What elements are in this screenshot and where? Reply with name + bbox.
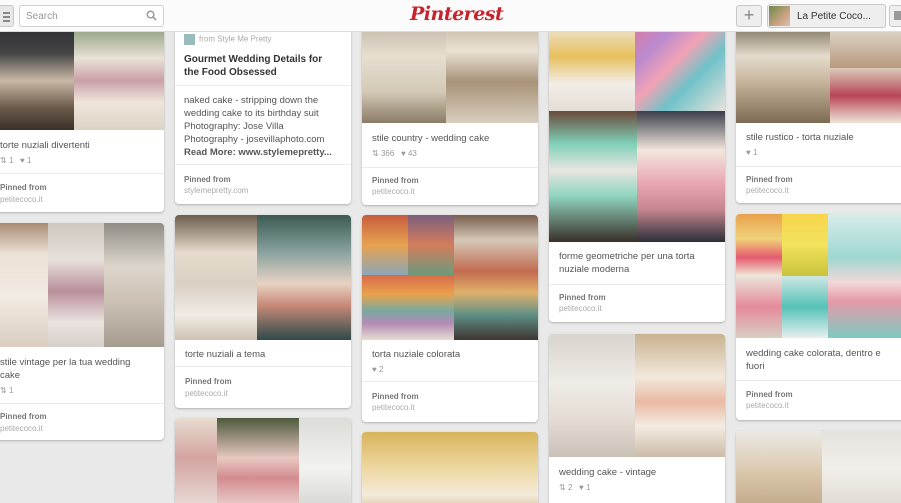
pin-source-link[interactable]: petitecoco.it [185,389,228,398]
pin-image-cake [257,215,351,340]
pin-image[interactable] [736,20,830,123]
pin-card[interactable]: wedding cake colorata, dentro e fuori Pin… [736,214,901,420]
pin-image[interactable] [175,418,217,503]
pin-description: stile country - wedding cake [372,133,490,144]
pin-image-cake [454,215,538,340]
pin-image-cake [549,111,637,242]
pin-image[interactable] [549,20,635,111]
pin-description: stile rustico - torta nuziale [746,132,854,143]
pin-image[interactable] [0,223,48,347]
pinned-from-label: Pinned from [559,293,606,302]
notification-icon [894,11,901,20]
pin-description: wedding cake - vintage [559,467,657,478]
pin-image-cake [736,276,782,338]
pin-image-cake [408,215,454,275]
user-menu-button[interactable]: La Petite Coco... [767,4,886,28]
pin-source-link[interactable]: petitecoco.it [746,401,789,410]
pin-source-link[interactable]: petitecoco.it [559,304,602,313]
pinned-from-label: Pinned from [0,183,47,192]
avatar [769,6,790,26]
pin-image[interactable] [0,20,74,130]
pin-card[interactable] [362,432,538,503]
pin-image[interactable] [362,432,538,503]
pin-description: torte nuziali a tema [185,349,266,360]
pin-card[interactable]: torte nuziali divertenti ⇅ 1 ♥ 1 Pinned … [0,20,164,212]
pin-source-link[interactable]: petitecoco.it [0,424,43,433]
pin-image-cake [637,111,725,242]
pin-image-cake [782,276,828,338]
pin-card[interactable]: stile rustico - torta nuziale ♥ 1 Pinned… [736,20,901,203]
pin-card[interactable]: forme geometriche per una torta nuziale m… [549,20,725,322]
pin-title: Gourmet Wedding Details for the Food Obse… [184,54,323,78]
search-input[interactable]: Search [19,5,164,27]
pinned-from-label: Pinned from [372,176,419,185]
search-icon[interactable] [146,10,157,21]
pin-image-cake [299,418,351,503]
pin-source-link[interactable]: petitecoco.it [746,186,789,195]
pin-image-cake [217,418,299,503]
pin-stats: ⇅ 2 ♥ 1 [559,483,591,492]
pin-image-cake [635,334,725,457]
pin-description: forme geometriche per una torta nuziale m… [559,251,695,275]
pinned-from-label: Pinned from [185,377,232,386]
pin-description: naked cake - stripping down the wedding … [184,95,332,158]
pin-image-cake [635,20,725,111]
pin-card[interactable]: torte nuziali a tema Pinned from petitec… [175,215,351,408]
pin-stats: ♥ 1 [746,148,758,157]
notifications-button[interactable] [889,5,901,27]
pin-stats: ♥ 2 [372,365,384,374]
pin-source-link[interactable]: stylemepretty.com [184,186,248,195]
pin-source-link[interactable]: petitecoco.it [372,403,415,412]
menu-button[interactable] [0,5,14,27]
pin-card[interactable]: from Style Me Pretty Gourmet Wedding Det… [175,20,351,204]
pin-via-source[interactable]: from Style Me Pretty [184,34,271,45]
pin-card[interactable]: torta nuziale colorata ♥ 2 Pinned from p… [362,215,538,422]
pin-source-link[interactable]: petitecoco.it [0,195,43,204]
pin-image-cake [828,214,901,338]
pin-image[interactable] [362,215,408,275]
pin-image[interactable] [736,214,782,276]
pinned-from-label: Pinned from [372,392,419,401]
pin-image[interactable] [175,215,257,340]
pin-image-cake [48,223,104,347]
pin-card[interactable]: stile vintage per la tua wedding cake ⇅ 1… [0,223,164,440]
pin-stats: ⇅ 1 ♥ 1 [0,156,32,165]
pin-description: stile vintage per la tua wedding cake [0,357,131,381]
pin-stats: ⇅ 1 [0,386,14,395]
pin-image[interactable] [362,20,446,123]
top-bar: Search Pinterest + La Petite Coco... [0,0,901,32]
pinned-from-label: Pinned from [746,175,793,184]
user-name: La Petite Coco... [797,11,871,22]
pinned-from-label: Pinned from [746,390,793,399]
pin-description: wedding cake colorata, dentro e fuori [746,348,881,372]
pin-image-cake [830,68,901,123]
pin-description: torta nuziale colorata [372,349,461,360]
pin-source-link[interactable]: petitecoco.it [372,187,415,196]
pinterest-logo[interactable]: Pinterest [410,3,504,25]
pin-image-cake [782,214,828,276]
source-logo-icon [184,34,195,45]
pin-image-cake [104,223,164,347]
pin-image[interactable] [549,334,635,457]
pin-card[interactable]: wedding cake - vintage ⇅ 2 ♥ 1 [549,334,725,503]
pinned-from-label: Pinned from [0,412,47,421]
pin-stats: ⇅ 366 ♥ 43 [372,149,417,158]
pin-card[interactable]: stile country - wedding cake ⇅ 366 ♥ 43 … [362,20,538,205]
pin-card[interactable] [736,431,901,503]
pin-image-cake [74,20,164,130]
add-pin-button[interactable]: + [736,5,762,27]
pin-image[interactable] [736,431,822,503]
pin-image-cake [446,20,538,123]
pin-card[interactable] [175,418,351,503]
search-placeholder: Search [26,11,58,22]
pin-image-cake [362,275,454,340]
pin-description: torte nuziali divertenti [0,140,90,151]
pin-image-cake [822,431,901,503]
pinned-from-label: Pinned from [184,175,231,184]
